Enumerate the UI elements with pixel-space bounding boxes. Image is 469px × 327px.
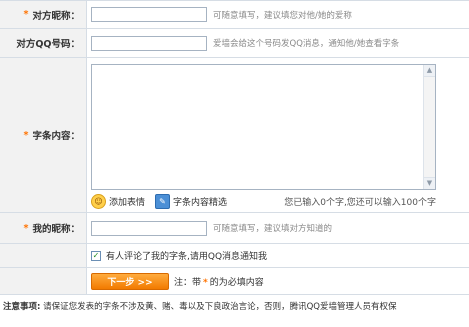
notice-title: 注意事项: [3,302,41,312]
content-label: 字条内容： [32,131,80,142]
qq-label: 对方QQ号码： [16,39,80,50]
qq-cell: 爱墙会给这个号码发QQ消息，通知他/她查看字条 [87,29,469,57]
my-nickname-row: * 我的昵称： 可随意填写，建议填对方知道的 [0,213,469,244]
my-nickname-input[interactable] [91,220,207,236]
content-toolbar: ☺ 添加表情 ✎ 字条内容精选 您已输入0个字,您还可以输入100个字 [91,194,436,209]
my-nickname-cell: 可随意填写，建议填对方知道的 [87,213,469,243]
required-note: 注：带 * 的为必填内容 [174,275,264,288]
notify-row: ✓ 有人评论了我的字条,请用QQ消息通知我 [0,244,469,268]
scroll-up-arrow-icon[interactable]: ▲ [424,65,435,77]
required-note-suffix: 的为必填内容 [209,277,264,288]
note-icon: ✎ [155,194,171,209]
note-form: * 对方昵称： 可随意填写，建议填您对他/她的爱称 对方QQ号码： 爱墙会给这个… [0,0,469,295]
notify-cell: ✓ 有人评论了我的字条,请用QQ消息通知我 [87,244,469,267]
nickname-input[interactable] [91,7,207,22]
my-nickname-label: 我的昵称： [32,224,80,235]
qq-row: 对方QQ号码： 爱墙会给这个号码发QQ消息，通知他/她查看字条 [0,29,469,58]
content-textarea[interactable]: ▲ ▼ [91,64,436,190]
required-star: * [23,222,29,234]
submit-row: 下一步 >> 注：带 * 的为必填内容 [0,268,469,295]
notice-text: 请保证您发表的字条不涉及黄、赌、毒以及下良政治言论，否则，腾讯QQ爱墙管理人员有… [43,302,397,312]
content-cell: ▲ ▼ ☺ 添加表情 ✎ 字条内容精选 您已输入0个字,您还可以输入100个字 [87,58,469,212]
next-step-button[interactable]: 下一步 >> [91,272,169,290]
required-note-prefix: 注：带 [174,277,202,288]
nickname-hint: 可随意填写，建议填您对他/她的爱称 [213,10,352,21]
nickname-cell: 可随意填写，建议填您对他/她的爱称 [87,1,469,28]
qq-number-input[interactable] [91,35,207,51]
my-nickname-label-cell: * 我的昵称： [0,213,87,243]
submit-cell: 下一步 >> 注：带 * 的为必填内容 [87,268,469,294]
submit-label-cell [0,268,87,294]
nickname-label: 对方昵称： [32,10,80,22]
add-emoji-label: 添加表情 [109,198,146,208]
scroll-down-arrow-icon[interactable]: ▼ [424,177,435,189]
char-counter: 您已输入0个字,您还可以输入100个字 [284,198,436,208]
nickname-label-cell: * 对方昵称： [0,1,87,28]
featured-content-button[interactable]: ✎ 字条内容精选 [155,194,227,209]
notify-label-cell [0,244,87,267]
required-star: * [23,9,29,20]
my-nickname-hint: 可随意填写，建议填对方知道的 [213,224,333,234]
notify-checkbox[interactable]: ✓ [91,250,101,261]
nickname-row: * 对方昵称： 可随意填写，建议填您对他/她的爱称 [0,1,469,29]
notice: 注意事项: 请保证您发表的字条不涉及黄、赌、毒以及下良政治言论，否则，腾讯QQ爱… [0,296,469,312]
add-emoji-button[interactable]: ☺ 添加表情 [91,194,145,209]
required-star: * [23,129,29,141]
content-row: * 字条内容： ▲ ▼ ☺ 添加表情 ✎ 字条内容精选 您已输入0个字,您还可以… [0,58,469,213]
smiley-icon: ☺ [91,194,106,209]
textarea-scrollbar[interactable]: ▲ ▼ [423,65,435,189]
notify-checkbox-label: 有人评论了我的字条,请用QQ消息通知我 [106,252,268,262]
qq-label-cell: 对方QQ号码： [0,29,87,57]
qq-hint: 爱墙会给这个号码发QQ消息，通知他/她查看字条 [213,39,400,49]
featured-content-label: 字条内容精选 [173,198,228,208]
content-label-cell: * 字条内容： [0,58,87,212]
required-note-star: * [203,277,208,288]
